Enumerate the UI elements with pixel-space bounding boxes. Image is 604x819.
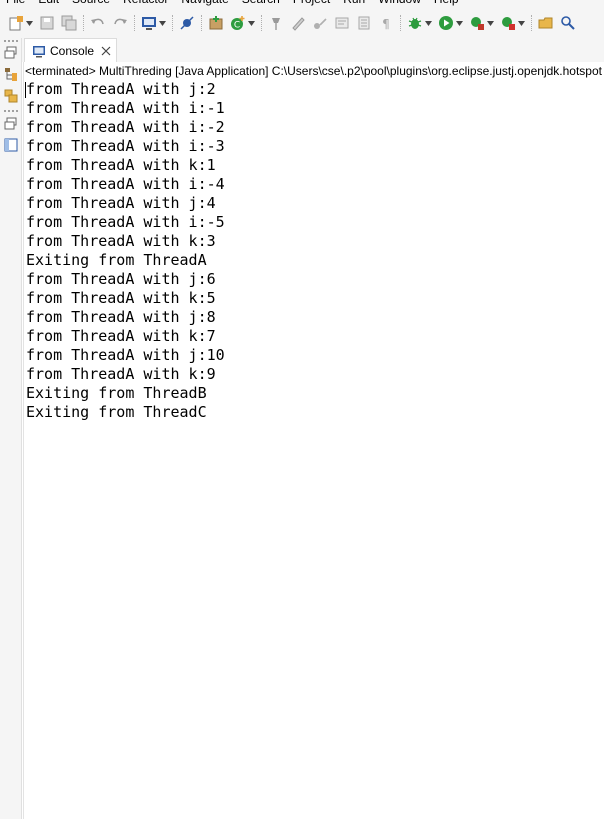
- console-line: from ThreadA with k:5: [26, 289, 216, 307]
- outline-icon[interactable]: [3, 137, 19, 153]
- restore-icon[interactable]: [3, 45, 19, 61]
- toolbar-separator: [172, 15, 173, 31]
- console-line: from ThreadA with k:7: [26, 327, 216, 345]
- console-line: from ThreadA with i:-3: [26, 137, 225, 155]
- save-icon[interactable]: [39, 15, 55, 31]
- svg-text:C: C: [234, 21, 240, 31]
- tab-console[interactable]: Console: [24, 38, 117, 62]
- menu-refactor[interactable]: Refactor: [123, 0, 168, 8]
- console-line: Exiting from ThreadC: [26, 403, 207, 421]
- menu-source[interactable]: Source: [72, 0, 110, 8]
- console-line: from ThreadA with i:-2: [26, 118, 225, 136]
- search-icon[interactable]: [560, 15, 576, 31]
- console-output[interactable]: from ThreadA with j:2 from ThreadA with …: [26, 80, 603, 422]
- close-icon[interactable]: [101, 46, 111, 56]
- run-dropdown-icon[interactable]: [456, 15, 463, 31]
- restore-icon[interactable]: [3, 116, 19, 132]
- new-java-package-icon[interactable]: [208, 15, 224, 31]
- console-line: from ThreadA with j:4: [26, 194, 216, 212]
- menu-run[interactable]: Run: [343, 0, 365, 8]
- console-line: from ThreadA with j:10: [26, 346, 225, 364]
- console-line: from ThreadA with j:6: [26, 270, 216, 288]
- menu-project[interactable]: Project: [293, 0, 330, 8]
- pin-icon[interactable]: [268, 15, 284, 31]
- menu-file[interactable]: File: [6, 0, 25, 8]
- svg-text:¶: ¶: [382, 17, 390, 31]
- tab-console-label: Console: [50, 43, 95, 58]
- console-line: from ThreadA with j:8: [26, 308, 216, 326]
- trim-handle[interactable]: [4, 40, 18, 42]
- next-annotation-icon[interactable]: [312, 15, 328, 31]
- menu-bar: File Edit Source Refactor Navigate Searc…: [0, 0, 604, 8]
- menu-window[interactable]: Window: [378, 0, 421, 8]
- menu-search[interactable]: Search: [242, 0, 280, 8]
- new-icon[interactable]: [8, 15, 24, 31]
- console-line: from ThreadA with k:1: [26, 156, 216, 174]
- show-whitespace-icon[interactable]: ¶: [378, 15, 394, 31]
- external-tools-dropdown-icon[interactable]: [518, 15, 525, 31]
- toolbar-separator: [400, 15, 401, 31]
- menu-help[interactable]: Help: [434, 0, 459, 8]
- debug-dropdown-icon[interactable]: [425, 15, 432, 31]
- toolbar-separator: [261, 15, 262, 31]
- redo-icon[interactable]: [112, 15, 128, 31]
- coverage-icon[interactable]: [469, 15, 485, 31]
- open-type-icon[interactable]: [538, 15, 554, 31]
- hierarchy-icon[interactable]: [3, 66, 19, 82]
- console-status: <terminated> MultiThreding [Java Applica…: [25, 64, 602, 78]
- terminal-dropdown-icon[interactable]: [159, 15, 166, 31]
- trim-handle[interactable]: [4, 110, 18, 112]
- console-line: Exiting from ThreadA: [26, 251, 207, 269]
- console-icon: [32, 44, 46, 58]
- run-icon[interactable]: [438, 15, 454, 31]
- new-class-dropdown-icon[interactable]: [248, 15, 255, 31]
- undo-icon[interactable]: [90, 15, 106, 31]
- external-tools-icon[interactable]: [500, 15, 516, 31]
- previous-annotation-icon[interactable]: [334, 15, 350, 31]
- console-line: Exiting from ThreadB: [26, 384, 207, 402]
- menu-edit[interactable]: Edit: [38, 0, 59, 8]
- main-toolbar: C ¶: [0, 8, 604, 38]
- toolbar-separator: [531, 15, 532, 31]
- debug-icon[interactable]: [407, 15, 423, 31]
- toolbar-separator: [134, 15, 135, 31]
- view-tab-bar: Console: [22, 38, 604, 62]
- console-line: from ThreadA with i:-5: [26, 213, 225, 231]
- package-explorer-icon[interactable]: [3, 88, 19, 104]
- console-line: from ThreadA with i:-4: [26, 175, 225, 193]
- console-line: from ThreadA with k:9: [26, 365, 216, 383]
- pen-icon[interactable]: [290, 15, 306, 31]
- coverage-dropdown-icon[interactable]: [487, 15, 494, 31]
- toolbar-separator: [83, 15, 84, 31]
- console-line: from ThreadA with j:2: [26, 80, 216, 98]
- save-all-icon[interactable]: [61, 15, 77, 31]
- skip-breakpoints-icon[interactable]: [179, 15, 195, 31]
- console-line: from ThreadA with k:3: [26, 232, 216, 250]
- console-line: from ThreadA with i:-1: [26, 99, 225, 117]
- menu-navigate[interactable]: Navigate: [181, 0, 228, 8]
- new-dropdown-icon[interactable]: [26, 15, 33, 31]
- terminal-icon[interactable]: [141, 15, 157, 31]
- console-view[interactable]: <terminated> MultiThreding [Java Applica…: [23, 62, 604, 819]
- new-class-icon[interactable]: C: [230, 15, 246, 31]
- left-trim-stack: [0, 38, 22, 819]
- toggle-block-icon[interactable]: [356, 15, 372, 31]
- toolbar-separator: [201, 15, 202, 31]
